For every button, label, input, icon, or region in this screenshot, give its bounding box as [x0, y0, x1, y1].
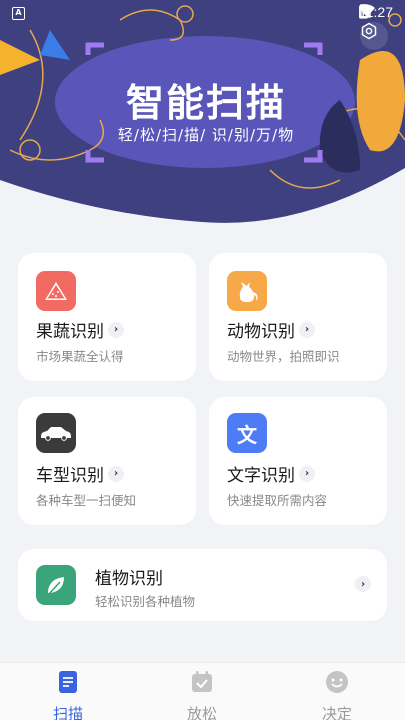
card-title: 果蔬识别 ›: [36, 317, 124, 342]
card-title: 植物识别: [95, 569, 163, 589]
nav-tab-decide[interactable]: 决定: [297, 669, 377, 720]
smile-icon: [326, 671, 348, 693]
nav-tab-scan[interactable]: 扫描: [28, 669, 108, 720]
card-title-text: 车型识别: [36, 466, 104, 486]
nav-label: 放松: [186, 705, 217, 720]
card-description: 市场果蔬全认得: [36, 349, 124, 364]
header-banner: A 11:27 智能扫描 轻/松/扫/描/ 识/别/万/物: [0, 0, 405, 228]
gear-icon: [361, 22, 377, 40]
card-title-text: 动物识别: [227, 322, 295, 342]
card-car-recognition[interactable]: 车型识别 › 各种车型一扫便知: [18, 397, 196, 525]
car-icon: [36, 413, 76, 453]
card-fruit-veg-recognition[interactable]: 果蔬识别 › 市场果蔬全认得: [18, 253, 196, 381]
card-animal-recognition[interactable]: 动物识别 › 动物世界，拍照即识: [209, 253, 387, 381]
card-title: 文字识别 ›: [227, 461, 315, 486]
card-description: 轻松识别各种植物: [95, 594, 196, 609]
chevron-right-icon: ›: [108, 321, 124, 338]
settings-button[interactable]: [360, 22, 388, 50]
hero-subtitle: 轻/松/扫/描/ 识/别/万/物: [117, 126, 295, 144]
bottom-navigation: 扫描 放松 决定: [0, 662, 405, 720]
card-title: 动物识别 ›: [227, 317, 315, 342]
card-title-text: 果蔬识别: [36, 322, 104, 342]
chevron-right-icon: ›: [108, 465, 124, 482]
nav-tab-relax[interactable]: 放松: [162, 669, 242, 720]
card-text-recognition[interactable]: 文 文字识别 › 快速提取所需内容: [209, 397, 387, 525]
card-title-text: 文字识别: [227, 466, 295, 486]
cat-icon: [227, 271, 267, 311]
nav-label: 决定: [321, 705, 352, 720]
status-bar: A 11:27: [0, 0, 405, 28]
chevron-right-icon: ›: [355, 576, 371, 592]
card-description: 动物世界，拍照即识: [227, 349, 340, 364]
calendar-check-icon: [192, 671, 212, 692]
chevron-right-icon: ›: [299, 321, 315, 338]
watermelon-icon: [36, 271, 76, 311]
app-notification-icon: A: [12, 7, 25, 20]
battery-icon: [359, 4, 368, 19]
nav-label: 扫描: [52, 705, 83, 720]
hero-title: 智能扫描: [125, 81, 286, 125]
text-icon: 文: [227, 413, 267, 453]
card-plant-recognition[interactable]: 植物识别 轻松识别各种植物 ›: [18, 549, 387, 621]
scan-doc-icon: [59, 671, 77, 693]
status-icons: 11:27: [359, 4, 393, 20]
chevron-right-icon: ›: [299, 465, 315, 482]
card-description: 快速提取所需内容: [227, 493, 328, 508]
card-description: 各种车型一扫便知: [36, 493, 137, 508]
leaf-icon: [36, 565, 76, 605]
card-title: 车型识别 ›: [36, 461, 124, 486]
